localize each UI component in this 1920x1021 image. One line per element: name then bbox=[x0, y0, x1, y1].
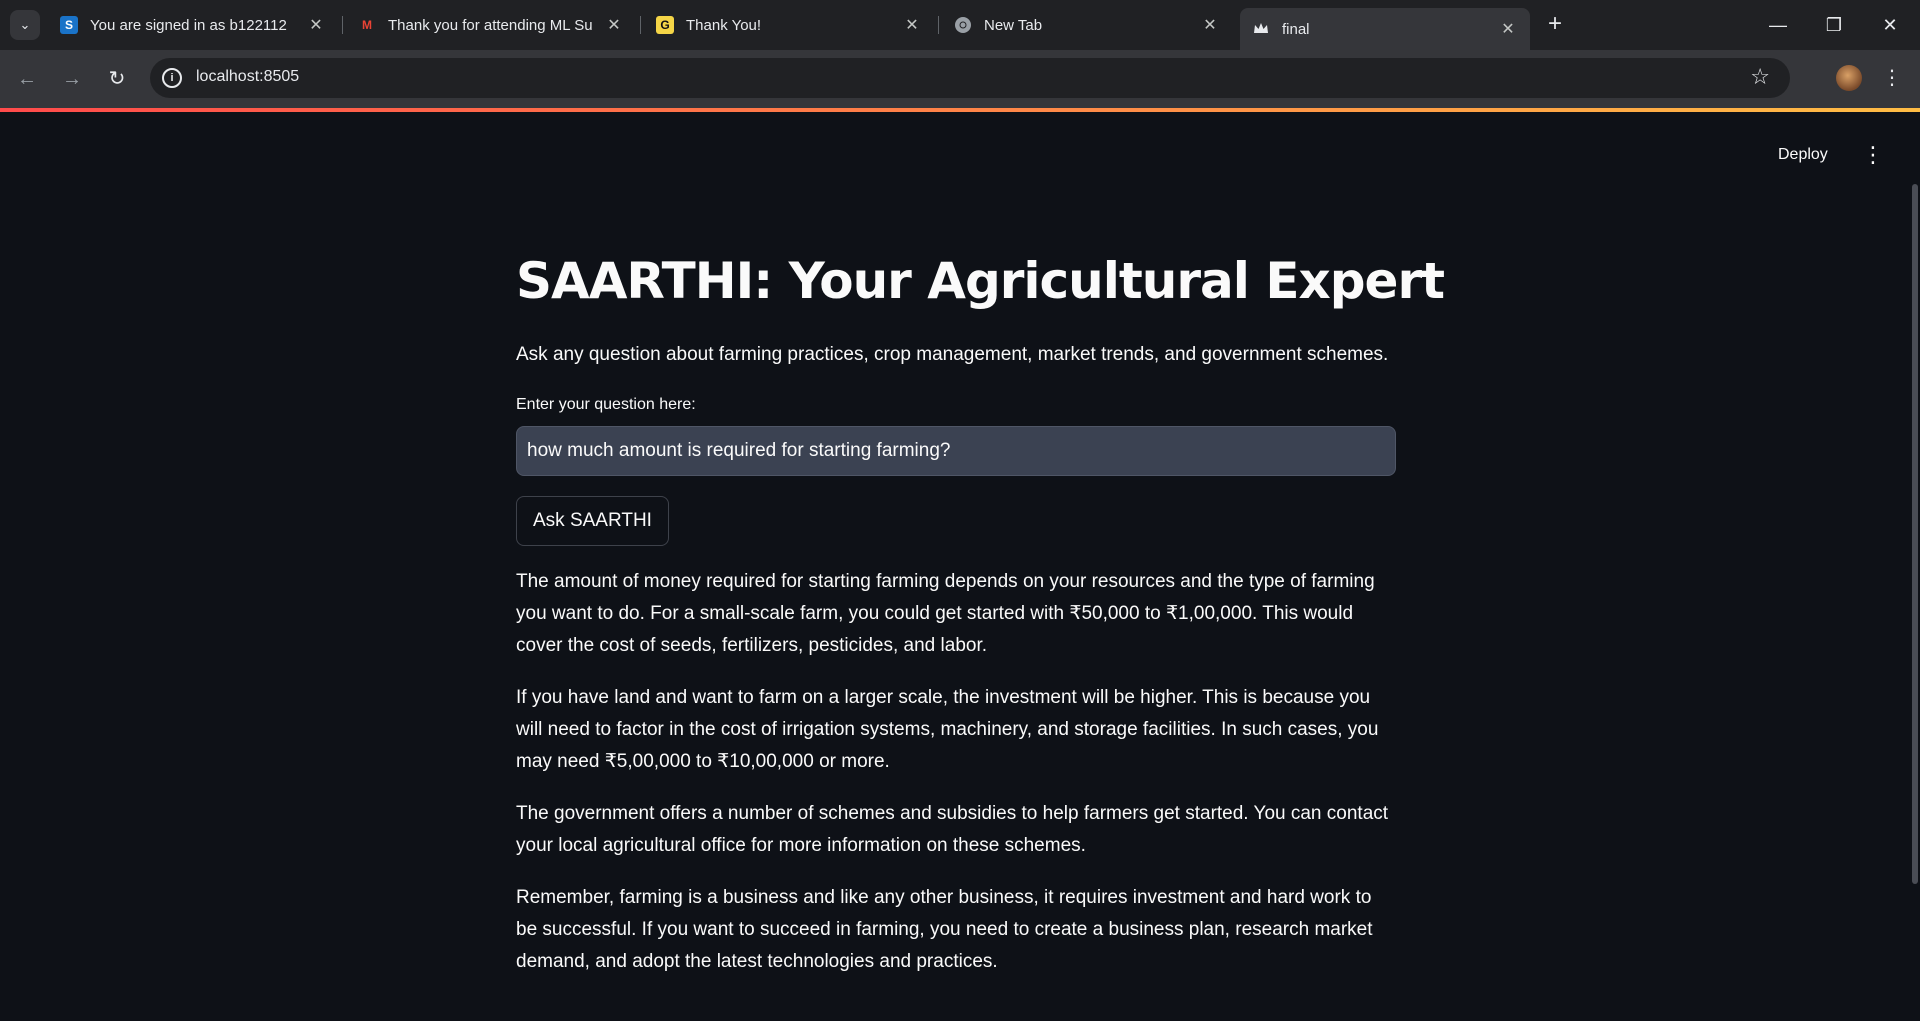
close-icon[interactable]: ✕ bbox=[604, 15, 624, 35]
chevron-down-icon: ⌄ bbox=[19, 17, 31, 32]
tab-title: Thank you for attending ML Su bbox=[388, 16, 593, 34]
close-icon[interactable]: ✕ bbox=[306, 15, 326, 35]
tab-title: You are signed in as b122112 bbox=[90, 16, 287, 34]
tab-favicon: G bbox=[656, 16, 674, 34]
tab-signed-in[interactable]: S You are signed in as b122112 ✕ bbox=[48, 8, 338, 42]
site-info-icon[interactable]: i bbox=[162, 68, 182, 88]
tab-final[interactable]: final ✕ bbox=[1240, 8, 1530, 50]
plus-icon: + bbox=[1547, 10, 1562, 37]
back-button[interactable]: ← bbox=[12, 64, 42, 94]
tab-favicon: M bbox=[362, 18, 372, 32]
ask-saarthi-button[interactable]: Ask SAARTHI bbox=[516, 496, 669, 546]
arrow-right-icon: → bbox=[62, 68, 82, 90]
close-icon: ✕ bbox=[1882, 15, 1898, 35]
tab-favicon: S bbox=[60, 16, 78, 34]
restore-icon: ❐ bbox=[1825, 15, 1843, 35]
question-label: Enter your question here: bbox=[516, 396, 696, 413]
tab-search-button[interactable]: ⌄ bbox=[10, 10, 40, 40]
restore-button[interactable]: ❐ bbox=[1814, 10, 1854, 40]
forward-button[interactable]: → bbox=[57, 64, 87, 94]
tab-title: Thank You! bbox=[686, 16, 762, 34]
main-menu-icon[interactable]: ⋮ bbox=[1862, 142, 1884, 168]
app-view: Deploy ⋮ SAARTHI: Your Agricultural Expe… bbox=[0, 112, 1920, 1021]
tab-thank-you[interactable]: G Thank You! ✕ bbox=[644, 8, 934, 42]
page-title: SAARTHI: Your Agricultural Expert bbox=[516, 252, 1445, 310]
minimize-button[interactable]: — bbox=[1758, 10, 1798, 40]
crown-icon bbox=[1252, 20, 1270, 38]
profile-avatar[interactable] bbox=[1836, 65, 1862, 91]
tab-divider bbox=[938, 16, 939, 34]
star-icon[interactable]: ☆ bbox=[1750, 64, 1770, 90]
answer-paragraph: The amount of money required for startin… bbox=[516, 571, 1375, 656]
page-subtitle: Ask any question about farming practices… bbox=[516, 344, 1389, 365]
address-bar[interactable]: i localhost:8505 ☆ bbox=[150, 58, 1790, 98]
answer-paragraph: If you have land and want to farm on a l… bbox=[516, 687, 1379, 772]
tab-divider bbox=[640, 16, 641, 34]
close-icon[interactable]: ✕ bbox=[1200, 15, 1220, 35]
reload-icon: ↻ bbox=[108, 68, 126, 90]
browser-menu-icon[interactable]: ⋮ bbox=[1882, 64, 1902, 92]
chrome-icon bbox=[954, 16, 972, 34]
close-icon[interactable]: ✕ bbox=[902, 15, 922, 35]
tab-title: final bbox=[1282, 20, 1310, 38]
new-tab-button[interactable]: + bbox=[1542, 12, 1568, 38]
browser-toolbar: ← → ↻ i localhost:8505 ☆ bbox=[0, 50, 1920, 108]
answer-block: The amount of money required for startin… bbox=[516, 566, 1396, 998]
scrollbar[interactable] bbox=[1912, 184, 1918, 884]
url-text: localhost:8505 bbox=[196, 68, 300, 85]
question-input[interactable] bbox=[516, 426, 1396, 476]
answer-paragraph: Remember, farming is a business and like… bbox=[516, 887, 1373, 972]
arrow-left-icon: ← bbox=[17, 68, 37, 90]
minimize-icon: — bbox=[1769, 15, 1787, 35]
tab-gmail[interactable]: M Thank you for attending ML Su ✕ bbox=[346, 8, 636, 42]
close-window-button[interactable]: ✕ bbox=[1870, 10, 1910, 40]
reload-button[interactable]: ↻ bbox=[102, 64, 132, 94]
answer-paragraph: The government offers a number of scheme… bbox=[516, 803, 1389, 856]
deploy-button[interactable]: Deploy bbox=[1770, 142, 1836, 168]
tab-divider bbox=[342, 16, 343, 34]
tab-strip: ⌄ S You are signed in as b122112 ✕ M Tha… bbox=[0, 0, 1920, 50]
tab-new-tab[interactable]: New Tab ✕ bbox=[942, 8, 1232, 42]
tab-title: New Tab bbox=[984, 16, 1043, 34]
close-icon[interactable]: ✕ bbox=[1498, 19, 1518, 39]
